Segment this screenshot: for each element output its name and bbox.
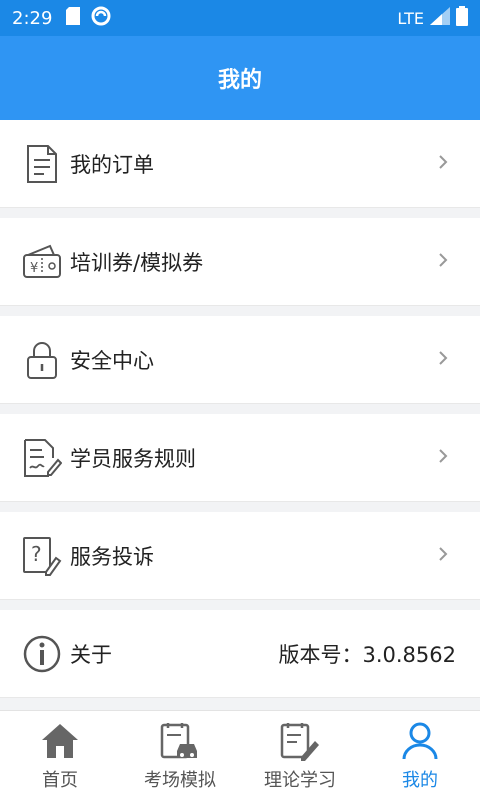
menu-item-label: 关于 — [70, 642, 112, 667]
info-icon — [22, 634, 62, 674]
version-number: 版本号：3.0.8562 — [278, 642, 456, 667]
svg-text:?: ? — [31, 542, 42, 566]
menu-item-label: 我的订单 — [70, 152, 154, 177]
chevron-right-icon — [438, 252, 448, 272]
chevron-right-icon — [438, 448, 448, 468]
menu-item-my-orders[interactable]: 我的订单 — [0, 120, 480, 208]
lock-icon — [22, 340, 62, 380]
tab-label: 我的 — [402, 770, 438, 791]
menu-item-security-center[interactable]: 安全中心 — [0, 316, 480, 404]
tab-label: 理论学习 — [264, 770, 336, 791]
coupon-wallet-icon: ¥ — [22, 242, 62, 282]
network-type: LTE — [397, 8, 424, 28]
tab-exam-simulation[interactable]: 考场模拟 — [120, 711, 240, 801]
person-icon — [399, 720, 441, 762]
menu-item-label: 学员服务规则 — [70, 446, 196, 471]
notebook-pen-icon — [279, 720, 321, 762]
bottom-tab-bar: 首页 考场模拟 理论学习 我的 — [0, 710, 480, 801]
tab-home[interactable]: 首页 — [0, 711, 120, 801]
sync-icon — [90, 5, 112, 31]
page-title: 我的 — [217, 68, 262, 93]
app-bar: 我的 — [0, 36, 480, 120]
chevron-right-icon — [438, 154, 448, 174]
menu-item-complaint[interactable]: ? 服务投诉 — [0, 512, 480, 600]
menu-list: 我的订单 ¥ 培训券/模拟券 安全中心 学员服务规则 ? 服务投诉 关于 版本号… — [0, 120, 480, 708]
sd-card-icon — [66, 7, 81, 29]
menu-item-about[interactable]: 关于 版本号：3.0.8562 — [0, 610, 480, 698]
tab-label: 考场模拟 — [144, 770, 216, 791]
status-bar: 2:29 LTE — [0, 0, 480, 36]
menu-item-service-rules[interactable]: 学员服务规则 — [0, 414, 480, 502]
menu-item-label: 服务投诉 — [70, 544, 154, 569]
document-icon — [22, 144, 62, 184]
menu-item-label: 培训券/模拟券 — [70, 250, 204, 275]
svg-text:¥: ¥ — [30, 261, 38, 276]
tab-mine[interactable]: 我的 — [360, 711, 480, 801]
battery-icon — [456, 6, 468, 30]
status-time: 2:29 — [12, 7, 53, 29]
home-icon — [39, 720, 81, 762]
tab-theory-study[interactable]: 理论学习 — [240, 711, 360, 801]
exam-car-icon — [159, 720, 201, 762]
chevron-right-icon — [438, 546, 448, 566]
signal-icon — [430, 7, 450, 29]
question-document-icon: ? — [22, 536, 62, 576]
menu-item-label: 安全中心 — [70, 348, 154, 373]
tab-label: 首页 — [42, 770, 78, 791]
menu-item-coupons[interactable]: ¥ 培训券/模拟券 — [0, 218, 480, 306]
chevron-right-icon — [438, 350, 448, 370]
signed-document-icon — [22, 438, 62, 478]
